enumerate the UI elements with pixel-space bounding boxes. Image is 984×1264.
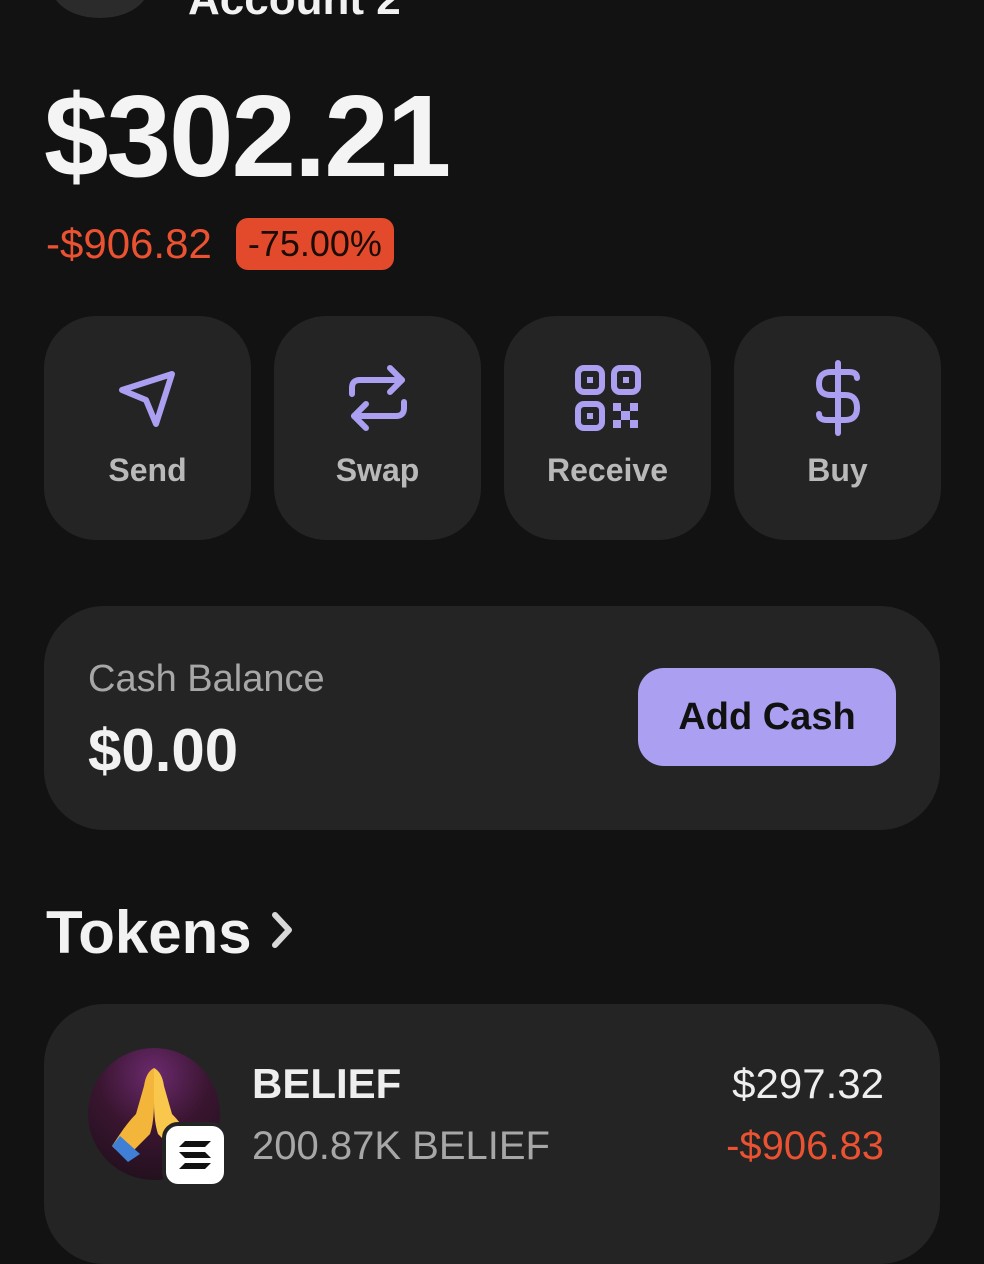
- swap-button[interactable]: Swap: [274, 316, 481, 540]
- balance-change-row: -$906.82 -75.00%: [46, 216, 394, 272]
- total-balance: $302.21: [44, 71, 451, 201]
- cash-balance-label: Cash Balance: [88, 658, 325, 700]
- token-amount: 200.87K BELIEF: [252, 1124, 550, 1168]
- tokens-title: Tokens: [46, 899, 252, 966]
- send-button[interactable]: Send: [44, 316, 251, 540]
- buy-button[interactable]: Buy: [734, 316, 941, 540]
- dollar-icon: [813, 360, 863, 436]
- token-name: BELIEF: [252, 1060, 402, 1107]
- qr-code-icon: [574, 362, 641, 434]
- solana-icon: [162, 1122, 228, 1188]
- account-avatar[interactable]: [52, 0, 148, 18]
- tokens-header[interactable]: Tokens: [46, 898, 294, 967]
- account-name[interactable]: Account 2: [188, 0, 401, 28]
- send-icon: [116, 362, 180, 434]
- token-avatar: [88, 1048, 228, 1188]
- balance-change-percent-badge: -75.00%: [235, 218, 394, 270]
- token-change: -$906.83: [726, 1124, 884, 1168]
- swap-label: Swap: [335, 452, 420, 488]
- cash-balance-value: $0.00: [88, 717, 239, 784]
- receive-label: Receive: [547, 452, 668, 488]
- receive-button[interactable]: Receive: [504, 316, 711, 540]
- swap-icon: [346, 362, 410, 434]
- buy-label: Buy: [807, 452, 868, 488]
- add-cash-button[interactable]: Add Cash: [638, 668, 896, 766]
- token-row-belief[interactable]: BELIEF 200.87K BELIEF $297.32 -$906.83: [44, 1004, 940, 1264]
- chevron-right-icon: [270, 910, 294, 955]
- action-buttons: Send Swap Receive Buy: [44, 316, 941, 540]
- cash-balance-card: Cash Balance $0.00 Add Cash: [44, 606, 940, 830]
- send-label: Send: [108, 452, 187, 488]
- token-value: $297.32: [732, 1060, 884, 1107]
- balance-change-amount: -$906.82: [46, 220, 212, 267]
